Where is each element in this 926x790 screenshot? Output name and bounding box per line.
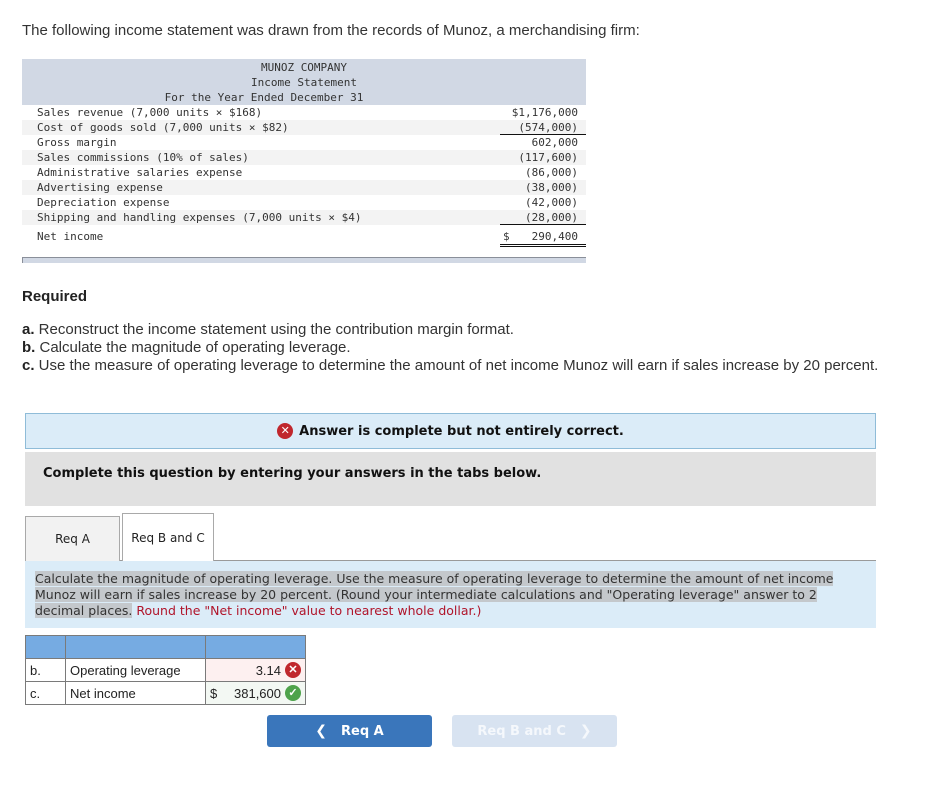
button-label: Req A (341, 723, 384, 739)
statement-header: MUNOZ COMPANY Income Statement For the Y… (22, 59, 586, 105)
row-amount: (574,000) (500, 120, 586, 135)
row-label: Net income (37, 230, 104, 243)
row-label: Advertising expense (37, 181, 163, 194)
correct-check-icon: ✓ (285, 685, 301, 701)
statement-row: Sales revenue (7,000 units × $168) $1,17… (22, 105, 586, 120)
statement-title: Income Statement (251, 76, 357, 89)
row-label: Shipping and handling expenses (7,000 un… (37, 211, 362, 224)
requirement-item: a. Reconstruct the income statement usin… (22, 321, 878, 339)
net-income-row: Net income $ 290,400 (22, 227, 586, 247)
answer-status-banner: ✕ Answer is complete but not entirely co… (25, 413, 876, 449)
statement-row: Shipping and handling expenses (7,000 un… (22, 210, 586, 225)
statement-period: For the Year Ended December 31 (164, 91, 364, 104)
requirement-item: c. Use the measure of operating leverage… (22, 357, 878, 375)
requirements-list: a. Reconstruct the income statement usin… (22, 321, 878, 375)
operating-leverage-input[interactable]: 3.14 ✕ (205, 658, 306, 682)
item-text: Calculate the magnitude of operating lev… (35, 339, 351, 356)
statement-footer-bar (22, 257, 586, 263)
row-letter: b. (25, 658, 66, 682)
chevron-left-icon: ❮ (315, 723, 327, 739)
item-text: Reconstruct the income statement using t… (34, 321, 514, 338)
answer-row-net-income: c. Net income $ 381,600 ✓ (25, 681, 306, 705)
input-value: 3.14 (255, 662, 281, 678)
intro-text: The following income statement was drawn… (22, 22, 640, 39)
statement-row: Gross margin 602,000 (22, 135, 586, 150)
answer-row-operating-leverage: b. Operating leverage 3.14 ✕ (25, 658, 306, 682)
row-amount: $1,176,000 (511, 106, 578, 119)
item-letter: c. (22, 357, 35, 374)
company-name: MUNOZ COMPANY (260, 61, 348, 74)
income-statement: MUNOZ COMPANY Income Statement For the Y… (22, 59, 586, 263)
tab-req-a[interactable]: Req A (25, 516, 120, 561)
currency-symbol: $ (210, 685, 218, 701)
rounding-note: Round the "Net income" value to nearest … (132, 603, 482, 618)
question-prompt: Calculate the magnitude of operating lev… (25, 561, 876, 628)
tab-label: Req B and C (131, 531, 205, 545)
statement-row: Administrative salaries expense (86,000) (22, 165, 586, 180)
answer-table: b. Operating leverage 3.14 ✕ c. Net incom… (25, 635, 306, 705)
instruction-box: Complete this question by entering your … (25, 452, 876, 506)
row-label: Cost of goods sold (7,000 units × $82) (37, 121, 289, 134)
item-letter: a. (22, 321, 35, 338)
answer-table-header (25, 635, 306, 659)
amount-value: 290,400 (531, 230, 578, 243)
incorrect-icon: ✕ (285, 662, 301, 678)
row-amount: (28,000) (500, 210, 586, 225)
item-text: Use the measure of operating leverage to… (34, 357, 879, 374)
row-label: Sales commissions (10% of sales) (37, 151, 249, 164)
input-value: 381,600 (234, 685, 281, 701)
prev-req-a-button[interactable]: ❮ Req A (267, 715, 432, 747)
row-label: Net income (65, 681, 206, 705)
statement-row: Cost of goods sold (7,000 units × $82) (… (22, 120, 586, 135)
statement-row: Sales commissions (10% of sales) (117,60… (22, 150, 586, 165)
item-letter: b. (22, 339, 36, 356)
required-heading: Required (22, 288, 88, 305)
row-label: Administrative salaries expense (37, 166, 243, 179)
tab-req-b-and-c[interactable]: Req B and C (122, 513, 214, 562)
button-label: Req B and C (477, 723, 566, 739)
statement-row: Advertising expense (38,000) (22, 180, 586, 195)
row-label: Gross margin (37, 136, 117, 149)
requirement-tabs: Req A Req B and C (25, 513, 876, 562)
row-label: Operating leverage (65, 658, 206, 682)
tab-label: Req A (55, 532, 90, 546)
row-label: Sales revenue (7,000 units × $168) (37, 106, 263, 119)
instruction-text: Complete this question by entering your … (43, 466, 542, 481)
statement-row: Depreciation expense (42,000) (22, 195, 586, 210)
error-icon: ✕ (277, 423, 294, 439)
answer-status-text: Answer is complete but not entirely corr… (299, 423, 624, 439)
row-amount: (42,000) (525, 196, 578, 209)
net-income-amount: $ 290,400 (500, 227, 586, 247)
next-req-b-and-c-button[interactable]: Req B and C ❯ (452, 715, 617, 747)
requirement-item: b. Calculate the magnitude of operating … (22, 339, 878, 357)
currency-symbol: $ (503, 230, 510, 243)
row-amount: (117,600) (518, 151, 578, 164)
row-amount: 602,000 (531, 136, 578, 149)
net-income-input[interactable]: $ 381,600 ✓ (205, 681, 306, 705)
row-letter: c. (25, 681, 66, 705)
row-amount: (38,000) (525, 181, 578, 194)
row-amount: (86,000) (525, 166, 578, 179)
row-label: Depreciation expense (37, 196, 170, 209)
chevron-right-icon: ❯ (579, 723, 592, 739)
